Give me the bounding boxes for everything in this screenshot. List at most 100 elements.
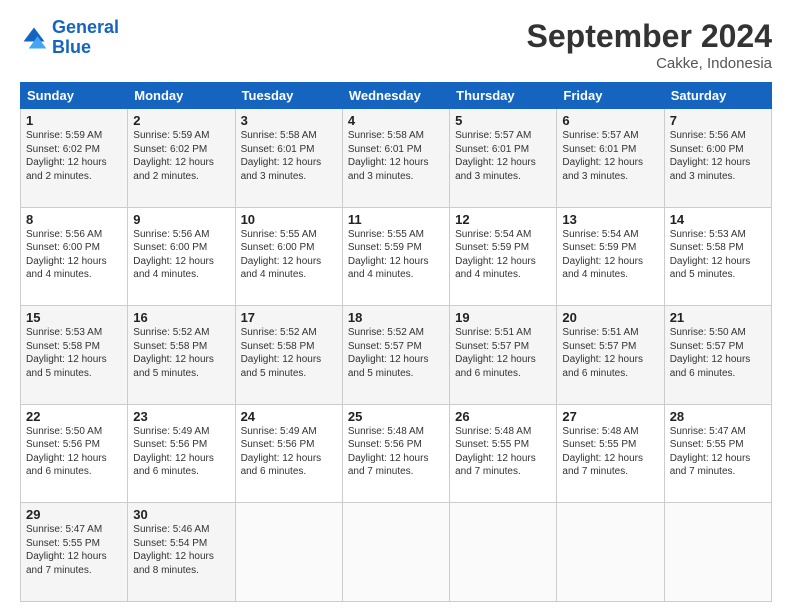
day-info: Sunrise: 5:58 AM Sunset: 6:01 PM Dayligh…: [348, 129, 444, 183]
day-info: Sunrise: 5:48 AM Sunset: 5:55 PM Dayligh…: [562, 425, 658, 479]
day-number: 15: [26, 310, 122, 325]
day-cell: [342, 503, 449, 602]
day-number: 6: [562, 113, 658, 128]
day-number: 22: [26, 409, 122, 424]
day-cell: 29Sunrise: 5:47 AM Sunset: 5:55 PM Dayli…: [21, 503, 128, 602]
day-info: Sunrise: 5:52 AM Sunset: 5:58 PM Dayligh…: [133, 326, 229, 380]
week-row-1: 1Sunrise: 5:59 AM Sunset: 6:02 PM Daylig…: [21, 109, 772, 208]
day-number: 16: [133, 310, 229, 325]
day-number: 7: [670, 113, 766, 128]
day-number: 27: [562, 409, 658, 424]
day-cell: 1Sunrise: 5:59 AM Sunset: 6:02 PM Daylig…: [21, 109, 128, 208]
location: Cakke, Indonesia: [527, 55, 772, 72]
week-row-3: 15Sunrise: 5:53 AM Sunset: 5:58 PM Dayli…: [21, 306, 772, 405]
day-cell: [664, 503, 771, 602]
day-cell: 10Sunrise: 5:55 AM Sunset: 6:00 PM Dayli…: [235, 207, 342, 306]
month-title: September 2024: [527, 18, 772, 55]
day-cell: 4Sunrise: 5:58 AM Sunset: 6:01 PM Daylig…: [342, 109, 449, 208]
day-cell: 15Sunrise: 5:53 AM Sunset: 5:58 PM Dayli…: [21, 306, 128, 405]
day-info: Sunrise: 5:55 AM Sunset: 6:00 PM Dayligh…: [241, 228, 337, 282]
day-cell: [235, 503, 342, 602]
weekday-header-friday: Friday: [557, 83, 664, 109]
day-number: 21: [670, 310, 766, 325]
day-info: Sunrise: 5:59 AM Sunset: 6:02 PM Dayligh…: [26, 129, 122, 183]
day-info: Sunrise: 5:49 AM Sunset: 5:56 PM Dayligh…: [241, 425, 337, 479]
day-number: 29: [26, 507, 122, 522]
day-info: Sunrise: 5:46 AM Sunset: 5:54 PM Dayligh…: [133, 523, 229, 577]
day-number: 10: [241, 212, 337, 227]
day-info: Sunrise: 5:56 AM Sunset: 6:00 PM Dayligh…: [670, 129, 766, 183]
day-cell: 27Sunrise: 5:48 AM Sunset: 5:55 PM Dayli…: [557, 404, 664, 503]
day-info: Sunrise: 5:56 AM Sunset: 6:00 PM Dayligh…: [26, 228, 122, 282]
day-info: Sunrise: 5:53 AM Sunset: 5:58 PM Dayligh…: [670, 228, 766, 282]
logo-icon: [20, 24, 48, 52]
day-info: Sunrise: 5:48 AM Sunset: 5:55 PM Dayligh…: [455, 425, 551, 479]
weekday-header-wednesday: Wednesday: [342, 83, 449, 109]
logo-line2: Blue: [52, 37, 91, 57]
day-number: 12: [455, 212, 551, 227]
week-row-4: 22Sunrise: 5:50 AM Sunset: 5:56 PM Dayli…: [21, 404, 772, 503]
day-cell: 17Sunrise: 5:52 AM Sunset: 5:58 PM Dayli…: [235, 306, 342, 405]
day-cell: 5Sunrise: 5:57 AM Sunset: 6:01 PM Daylig…: [450, 109, 557, 208]
day-cell: 18Sunrise: 5:52 AM Sunset: 5:57 PM Dayli…: [342, 306, 449, 405]
day-cell: 25Sunrise: 5:48 AM Sunset: 5:56 PM Dayli…: [342, 404, 449, 503]
calendar-table: SundayMondayTuesdayWednesdayThursdayFrid…: [20, 82, 772, 602]
day-number: 20: [562, 310, 658, 325]
logo-line1: General: [52, 17, 119, 37]
day-info: Sunrise: 5:59 AM Sunset: 6:02 PM Dayligh…: [133, 129, 229, 183]
logo: General Blue: [20, 18, 119, 58]
header: General Blue September 2024 Cakke, Indon…: [20, 18, 772, 72]
weekday-header-thursday: Thursday: [450, 83, 557, 109]
day-info: Sunrise: 5:50 AM Sunset: 5:57 PM Dayligh…: [670, 326, 766, 380]
day-info: Sunrise: 5:57 AM Sunset: 6:01 PM Dayligh…: [455, 129, 551, 183]
day-info: Sunrise: 5:54 AM Sunset: 5:59 PM Dayligh…: [562, 228, 658, 282]
day-info: Sunrise: 5:56 AM Sunset: 6:00 PM Dayligh…: [133, 228, 229, 282]
day-number: 24: [241, 409, 337, 424]
day-cell: 19Sunrise: 5:51 AM Sunset: 5:57 PM Dayli…: [450, 306, 557, 405]
day-number: 26: [455, 409, 551, 424]
day-cell: 6Sunrise: 5:57 AM Sunset: 6:01 PM Daylig…: [557, 109, 664, 208]
weekday-header-saturday: Saturday: [664, 83, 771, 109]
day-number: 5: [455, 113, 551, 128]
day-info: Sunrise: 5:49 AM Sunset: 5:56 PM Dayligh…: [133, 425, 229, 479]
weekday-header-row: SundayMondayTuesdayWednesdayThursdayFrid…: [21, 83, 772, 109]
day-cell: 30Sunrise: 5:46 AM Sunset: 5:54 PM Dayli…: [128, 503, 235, 602]
day-number: 13: [562, 212, 658, 227]
day-cell: 7Sunrise: 5:56 AM Sunset: 6:00 PM Daylig…: [664, 109, 771, 208]
day-info: Sunrise: 5:58 AM Sunset: 6:01 PM Dayligh…: [241, 129, 337, 183]
day-number: 18: [348, 310, 444, 325]
weekday-header-monday: Monday: [128, 83, 235, 109]
day-number: 17: [241, 310, 337, 325]
day-cell: 28Sunrise: 5:47 AM Sunset: 5:55 PM Dayli…: [664, 404, 771, 503]
day-info: Sunrise: 5:57 AM Sunset: 6:01 PM Dayligh…: [562, 129, 658, 183]
day-info: Sunrise: 5:54 AM Sunset: 5:59 PM Dayligh…: [455, 228, 551, 282]
day-info: Sunrise: 5:51 AM Sunset: 5:57 PM Dayligh…: [562, 326, 658, 380]
day-number: 9: [133, 212, 229, 227]
day-cell: 3Sunrise: 5:58 AM Sunset: 6:01 PM Daylig…: [235, 109, 342, 208]
weekday-header-tuesday: Tuesday: [235, 83, 342, 109]
day-cell: 2Sunrise: 5:59 AM Sunset: 6:02 PM Daylig…: [128, 109, 235, 208]
week-row-5: 29Sunrise: 5:47 AM Sunset: 5:55 PM Dayli…: [21, 503, 772, 602]
day-cell: 9Sunrise: 5:56 AM Sunset: 6:00 PM Daylig…: [128, 207, 235, 306]
day-info: Sunrise: 5:47 AM Sunset: 5:55 PM Dayligh…: [670, 425, 766, 479]
day-cell: 14Sunrise: 5:53 AM Sunset: 5:58 PM Dayli…: [664, 207, 771, 306]
day-info: Sunrise: 5:55 AM Sunset: 5:59 PM Dayligh…: [348, 228, 444, 282]
day-cell: 22Sunrise: 5:50 AM Sunset: 5:56 PM Dayli…: [21, 404, 128, 503]
day-number: 14: [670, 212, 766, 227]
day-cell: 16Sunrise: 5:52 AM Sunset: 5:58 PM Dayli…: [128, 306, 235, 405]
day-info: Sunrise: 5:51 AM Sunset: 5:57 PM Dayligh…: [455, 326, 551, 380]
day-cell: [450, 503, 557, 602]
page: General Blue September 2024 Cakke, Indon…: [0, 0, 792, 612]
day-cell: 23Sunrise: 5:49 AM Sunset: 5:56 PM Dayli…: [128, 404, 235, 503]
day-number: 3: [241, 113, 337, 128]
weekday-header-sunday: Sunday: [21, 83, 128, 109]
day-cell: 12Sunrise: 5:54 AM Sunset: 5:59 PM Dayli…: [450, 207, 557, 306]
day-cell: 24Sunrise: 5:49 AM Sunset: 5:56 PM Dayli…: [235, 404, 342, 503]
day-number: 25: [348, 409, 444, 424]
day-cell: 26Sunrise: 5:48 AM Sunset: 5:55 PM Dayli…: [450, 404, 557, 503]
day-number: 23: [133, 409, 229, 424]
day-cell: 8Sunrise: 5:56 AM Sunset: 6:00 PM Daylig…: [21, 207, 128, 306]
day-cell: 21Sunrise: 5:50 AM Sunset: 5:57 PM Dayli…: [664, 306, 771, 405]
day-info: Sunrise: 5:48 AM Sunset: 5:56 PM Dayligh…: [348, 425, 444, 479]
day-number: 11: [348, 212, 444, 227]
